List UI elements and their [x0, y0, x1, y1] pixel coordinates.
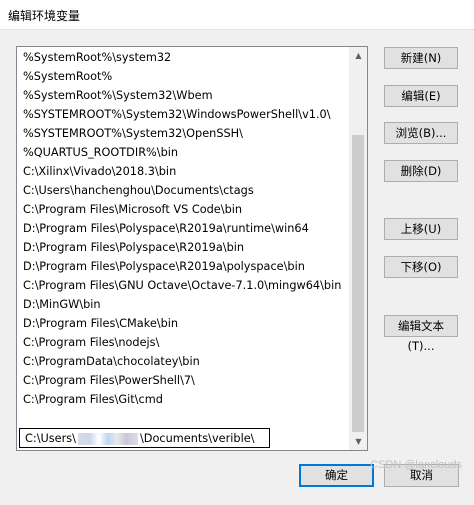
path-list-item[interactable]: D:\Program Files\CMake\bin — [17, 314, 351, 333]
path-list-item[interactable]: %SYSTEMROOT%\System32\OpenSSH\ — [17, 124, 351, 143]
edit-text-button[interactable]: 编辑文本(T)... — [384, 315, 458, 353]
browse-button[interactable]: 浏览(B)... — [384, 122, 458, 144]
path-list-item[interactable]: C:\Program Files\nodejs\ — [17, 333, 351, 352]
path-list-item[interactable]: C:\ProgramData\chocolatey\bin — [17, 352, 351, 371]
path-list-item[interactable]: D:\Program Files\Polyspace\R2019a\polysp… — [17, 257, 351, 276]
path-edit-field[interactable]: C:\Users\ \Documents\verible\ — [19, 428, 270, 448]
path-list-item[interactable]: C:\Xilinx\Vivado\2018.3\bin — [17, 162, 351, 181]
ok-button[interactable]: 确定 — [299, 464, 374, 487]
path-list-item[interactable]: %SystemRoot%\system32 — [17, 48, 351, 67]
path-list-item[interactable]: C:\Program Files\PowerShell\7\ — [17, 371, 351, 390]
path-list-item[interactable]: D:\Program Files\Polyspace\R2019a\bin — [17, 238, 351, 257]
path-list-item[interactable]: %SYSTEMROOT%\System32\WindowsPowerShell\… — [17, 105, 351, 124]
scroll-thumb[interactable] — [352, 135, 364, 432]
path-list-item[interactable]: C:\Program Files\Microsoft VS Code\bin — [17, 200, 351, 219]
path-list-item[interactable]: D:\Program Files\Polyspace\R2019a\runtim… — [17, 219, 351, 238]
vertical-scrollbar[interactable]: ▲ ▼ — [349, 47, 367, 450]
path-list-item[interactable]: %SystemRoot% — [17, 67, 351, 86]
path-list-item[interactable]: %QUARTUS_ROOTDIR%\bin — [17, 143, 351, 162]
edit-env-var-dialog: %SystemRoot%\system32 %SystemRoot% %System… — [0, 30, 474, 505]
scroll-up-arrow-icon[interactable]: ▲ — [350, 47, 367, 64]
path-list-item[interactable]: D:\MinGW\bin — [17, 295, 351, 314]
new-button[interactable]: 新建(N) — [384, 47, 458, 69]
path-list-item[interactable]: C:\Program Files\GNU Octave\Octave-7.1.0… — [17, 276, 351, 295]
scroll-down-arrow-icon[interactable]: ▼ — [350, 433, 367, 450]
move-up-button[interactable]: 上移(U) — [384, 218, 458, 240]
path-list-item[interactable]: %SystemRoot%\System32\Wbem — [17, 86, 351, 105]
path-list-items: %SystemRoot%\system32 %SystemRoot% %System… — [17, 48, 351, 409]
watermark: CSDN @lanclouds — [370, 459, 462, 471]
redacted-username — [77, 433, 138, 445]
path-list-item[interactable]: C:\Program Files\Git\cmd — [17, 390, 351, 409]
delete-button[interactable]: 删除(D) — [384, 160, 458, 182]
title-bar: 编辑环境变量 — [0, 0, 474, 30]
path-list[interactable]: %SystemRoot%\system32 %SystemRoot% %System… — [16, 46, 368, 451]
edit-suffix: \Documents\verible\ — [139, 432, 255, 445]
edit-prefix: C:\Users\ — [25, 432, 76, 445]
move-down-button[interactable]: 下移(O) — [384, 256, 458, 278]
window-title: 编辑环境变量 — [8, 9, 81, 23]
edit-button[interactable]: 编辑(E) — [384, 85, 458, 107]
path-list-item[interactable]: C:\Users\hanchenghou\Documents\ctags — [17, 181, 351, 200]
